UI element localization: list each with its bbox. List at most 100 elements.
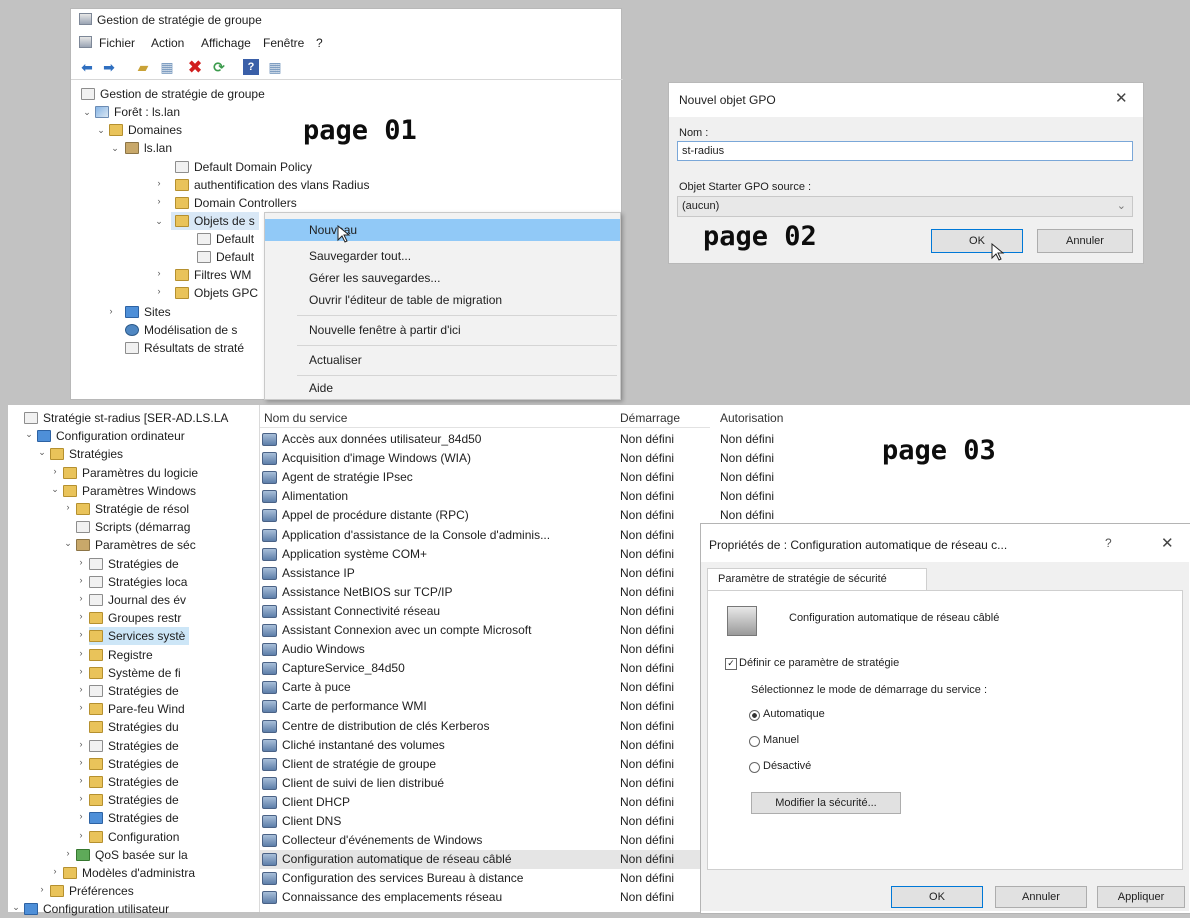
editor-tree-item[interactable]: Stratégies de (89, 682, 179, 700)
tree-item-domain-lslan[interactable]: ls.lan (125, 139, 172, 157)
chevron-down-icon[interactable]: ⌄ (23, 429, 35, 440)
menu-fenetre[interactable]: Fenêtre (263, 36, 304, 50)
tree-item-wmi-filters[interactable]: Filtres WM (175, 266, 251, 284)
tab-security-setting[interactable]: Paramètre de stratégie de sécurité (707, 568, 927, 590)
back-arrow-icon[interactable]: ⬅ (79, 59, 95, 75)
service-row[interactable]: Appel de procédure distante (RPC) Non déf… (260, 506, 774, 525)
chevron-down-icon[interactable]: ⌄ (153, 216, 165, 227)
gpmc-menu-app-icon[interactable] (79, 36, 92, 48)
chevron-right-icon[interactable]: › (153, 286, 165, 296)
chevron-right-icon[interactable]: › (75, 775, 87, 785)
chevron-right-icon[interactable]: › (75, 593, 87, 603)
editor-tree-item[interactable]: Stratégie st-radius [SER-AD.LS.LA (24, 409, 228, 427)
service-row[interactable]: Assistance NetBIOS sur TCP/IP Non défini (260, 583, 710, 602)
service-row[interactable]: Agent de stratégie IPsec Non défini Non dé… (260, 468, 774, 487)
editor-tree-item[interactable]: Pare-feu Wind (89, 700, 185, 718)
editor-tree-item[interactable]: Paramètres Windows (63, 482, 196, 500)
chevron-right-icon[interactable]: › (75, 648, 87, 658)
chevron-right-icon[interactable]: › (75, 575, 87, 585)
service-row[interactable]: Client de suivi de lien distribué Non déf… (260, 774, 710, 793)
service-row[interactable]: Assistant Connexion avec un compte Micro… (260, 621, 710, 640)
service-row[interactable]: CaptureService_84d50 Non défini (260, 659, 710, 678)
apply-button[interactable]: Appliquer (1097, 886, 1185, 908)
menu-help[interactable]: ? (316, 36, 323, 50)
service-row[interactable]: Application système COM+ Non défini (260, 545, 710, 564)
menu-item-new-window[interactable]: Nouvelle fenêtre à partir d'ici (265, 319, 620, 341)
service-row[interactable]: Collecteur d'événements de Windows Non dé… (260, 831, 710, 850)
show-hide-tree-icon[interactable]: ▦ (159, 59, 175, 75)
close-icon[interactable]: ✕ (1115, 89, 1128, 107)
define-policy-checkbox[interactable]: ✓ (725, 658, 737, 670)
radio-manuel[interactable] (749, 736, 760, 747)
chevron-right-icon[interactable]: › (75, 666, 87, 676)
chevron-right-icon[interactable]: › (75, 557, 87, 567)
refresh-icon[interactable]: ⟳ (211, 59, 227, 75)
editor-tree-item[interactable]: QoS basée sur la (76, 846, 188, 864)
help-icon[interactable]: ? (243, 59, 259, 75)
service-row[interactable]: Client de stratégie de groupe Non défini (260, 755, 710, 774)
chevron-down-icon[interactable]: ⌄ (36, 447, 48, 458)
editor-tree-item[interactable]: Stratégies de (89, 737, 179, 755)
service-row[interactable]: Acquisition d'image Windows (WIA) Non déf… (260, 449, 774, 468)
editor-tree-item[interactable]: Paramètres du logicie (63, 464, 198, 482)
editor-tree-item[interactable]: Configuration (89, 828, 179, 846)
help-icon[interactable]: ? (1105, 536, 1112, 550)
editor-tree-item[interactable]: Stratégies de (89, 755, 179, 773)
chevron-right-icon[interactable]: › (153, 178, 165, 188)
service-row[interactable]: Centre de distribution de clés Kerberos N… (260, 717, 710, 736)
chevron-right-icon[interactable]: › (153, 268, 165, 278)
tree-item-domain-controllers[interactable]: Domain Controllers (175, 194, 297, 212)
editor-tree-item[interactable]: Modèles d'administra (63, 864, 195, 882)
editor-tree-item[interactable]: Stratégies de (89, 773, 179, 791)
editor-tree-item[interactable]: Journal des év (89, 591, 186, 609)
chevron-down-icon[interactable]: ⌄ (81, 107, 93, 118)
tree-item-default-gpo-1[interactable]: Default (197, 230, 254, 248)
close-icon[interactable]: ✕ (1161, 534, 1174, 552)
chevron-right-icon[interactable]: › (49, 866, 61, 876)
chevron-right-icon[interactable]: › (75, 611, 87, 621)
editor-tree-item[interactable]: Stratégies (50, 445, 123, 463)
chevron-right-icon[interactable]: › (75, 702, 87, 712)
cancel-button[interactable]: Annuler (1037, 229, 1133, 253)
column-service-name[interactable]: Nom du service (264, 411, 347, 425)
tree-item-default-gpo-2[interactable]: Default (197, 248, 254, 266)
editor-tree-item[interactable]: Stratégies du (89, 718, 179, 736)
chevron-right-icon[interactable]: › (75, 830, 87, 840)
tree-item-default-domain-policy[interactable]: Default Domain Policy (175, 158, 312, 176)
tree-item-ou-radius[interactable]: authentification des vlans Radius (175, 176, 369, 194)
chevron-down-icon[interactable]: ⌄ (109, 143, 121, 154)
chevron-right-icon[interactable]: › (75, 793, 87, 803)
edit-security-button[interactable]: Modifier la sécurité... (751, 792, 901, 814)
column-permission[interactable]: Autorisation (720, 411, 783, 425)
editor-tree-item[interactable]: Système de fi (89, 664, 181, 682)
chevron-right-icon[interactable]: › (62, 502, 74, 512)
tree-item-starter-gpos[interactable]: Objets GPC (175, 284, 258, 302)
tree-item-modeling[interactable]: Modélisation de s (125, 321, 237, 339)
editor-tree-item[interactable]: Stratégies de (89, 809, 179, 827)
properties-grid-icon[interactable]: ▦ (267, 59, 283, 75)
chevron-right-icon[interactable]: › (75, 739, 87, 749)
name-input[interactable]: st-radius (677, 141, 1133, 161)
service-row[interactable]: Cliché instantané des volumes Non défini (260, 736, 710, 755)
ok-button[interactable]: OK (891, 886, 983, 908)
service-row[interactable]: Assistant Connectivité réseau Non défini (260, 602, 710, 621)
chevron-right-icon[interactable]: › (75, 629, 87, 639)
editor-tree-item[interactable]: Stratégies loca (89, 573, 187, 591)
starter-gpo-select[interactable]: (aucun) ⌄ (677, 196, 1133, 217)
service-row[interactable]: Alimentation Non défini Non défini (260, 487, 774, 506)
editor-tree-item[interactable]: Registre (89, 646, 153, 664)
editor-tree-item[interactable]: Préférences (50, 882, 134, 900)
chevron-right-icon[interactable]: › (36, 884, 48, 894)
chevron-right-icon[interactable]: › (75, 684, 87, 694)
tree-item-gpmc-root[interactable]: Gestion de stratégie de groupe (81, 85, 265, 103)
chevron-right-icon[interactable]: › (105, 306, 117, 316)
menu-item-nouveau[interactable]: Nouveau (265, 219, 620, 241)
menu-action[interactable]: Action (151, 36, 184, 50)
service-row[interactable]: Carte de performance WMI Non défini (260, 697, 710, 716)
radio-automatique[interactable] (749, 710, 760, 721)
editor-tree-item[interactable]: Configuration ordinateur (37, 427, 185, 445)
delete-icon[interactable]: ✖ (187, 58, 203, 76)
service-row[interactable]: Client DNS Non défini (260, 812, 710, 831)
column-startup[interactable]: Démarrage (620, 411, 680, 425)
tree-item-domaines[interactable]: Domaines (109, 121, 182, 139)
